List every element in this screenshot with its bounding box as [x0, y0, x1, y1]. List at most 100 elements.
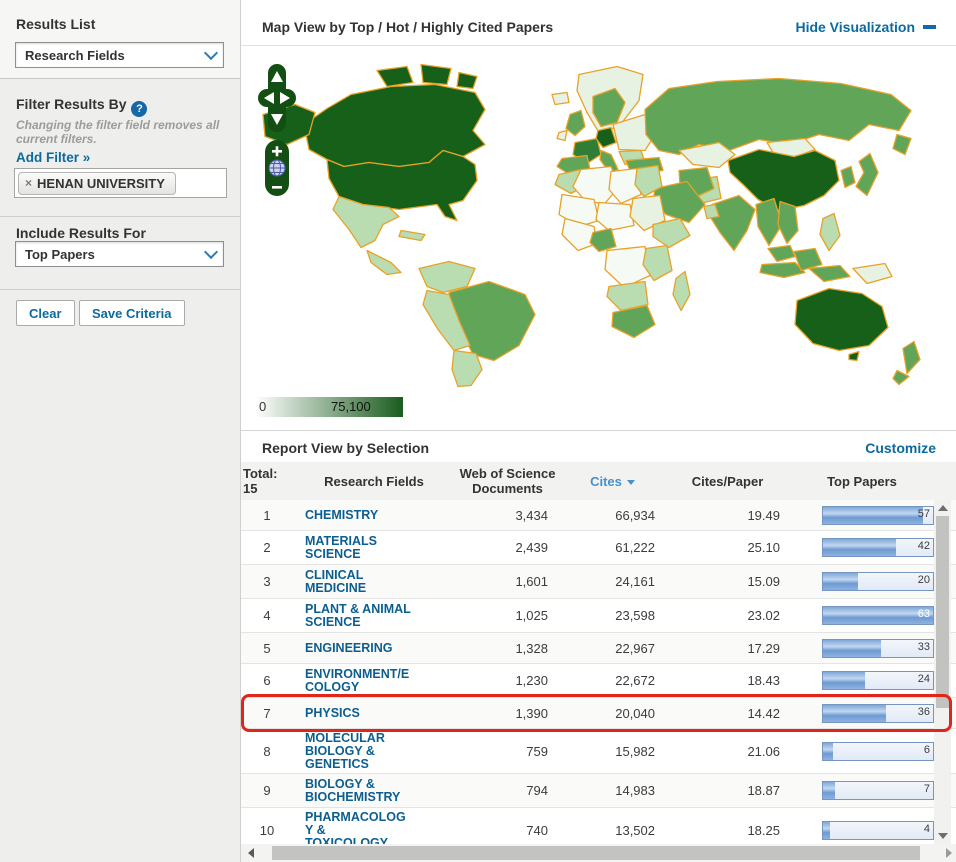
research-field-link[interactable]: ENVIRONMENT/ECOLOGY: [293, 668, 455, 694]
vertical-scrollbar-thumb[interactable]: [936, 516, 949, 708]
column-header-cites[interactable]: Cites: [560, 474, 665, 489]
top-papers-bar-fill: [823, 743, 833, 760]
divider: [241, 430, 956, 431]
include-results-dropdown[interactable]: Top Papers: [15, 241, 224, 267]
docs-value: 1,601: [455, 574, 560, 589]
top-papers-value: 42: [918, 540, 930, 552]
column-header-top-papers[interactable]: Top Papers: [790, 474, 934, 489]
top-papers-cell: 36: [790, 704, 934, 723]
table-row: 9BIOLOGY &BIOCHEMISTRY79414,98318.877: [241, 774, 956, 808]
top-papers-value: 57: [918, 508, 930, 520]
top-papers-bar-fill: [823, 640, 881, 657]
docs-value: 1,230: [455, 673, 560, 688]
divider: [241, 45, 956, 46]
top-papers-cell: 63: [790, 606, 934, 625]
cites-value: 66,934: [560, 508, 665, 523]
zoom-control-icon[interactable]: [265, 140, 289, 196]
docs-value: 1,328: [455, 641, 560, 656]
main-panel: Map View by Top / Hot / Highly Cited Pap…: [241, 0, 956, 862]
add-filter-link[interactable]: Add Filter »: [16, 150, 90, 165]
cites-per-paper-value: 18.25: [665, 823, 790, 838]
total-count: Total:15: [241, 466, 293, 496]
row-rank: 1: [241, 508, 293, 523]
column-header-research-fields[interactable]: Research Fields: [293, 474, 455, 489]
help-icon[interactable]: ?: [131, 101, 147, 117]
docs-value: 740: [455, 823, 560, 838]
column-header-cites-per-paper[interactable]: Cites/Paper: [665, 474, 790, 489]
map-view-title: Map View by Top / Hot / Highly Cited Pap…: [262, 19, 553, 35]
include-results-dropdown-value: Top Papers: [25, 247, 95, 262]
scroll-up-icon[interactable]: [938, 505, 948, 511]
table-row: 2MATERIALSSCIENCE2,43961,22225.1042: [241, 531, 956, 565]
docs-value: 1,390: [455, 706, 560, 721]
save-criteria-button[interactable]: Save Criteria: [79, 300, 185, 326]
top-papers-value: 4: [924, 823, 930, 835]
top-papers-value: 7: [924, 783, 930, 795]
include-results-heading: Include Results For: [16, 225, 146, 241]
top-papers-bar: 36: [822, 704, 934, 723]
top-papers-bar: 7: [822, 781, 934, 800]
row-rank: 5: [241, 641, 293, 656]
top-papers-cell: 7: [790, 781, 934, 800]
collapse-minus-icon[interactable]: [923, 25, 936, 29]
table-row: 1CHEMISTRY3,43466,93419.49 57: [241, 500, 956, 531]
horizontal-scrollbar[interactable]: [241, 844, 956, 862]
sidebar-divider: [0, 216, 240, 217]
scroll-right-icon[interactable]: [946, 848, 952, 858]
filter-tags-box: × HENAN UNIVERSITY: [14, 168, 227, 198]
scroll-left-icon[interactable]: [248, 848, 254, 858]
top-papers-cell: 6: [790, 742, 934, 761]
results-list-dropdown[interactable]: Research Fields: [15, 42, 224, 68]
cites-per-paper-value: 18.43: [665, 673, 790, 688]
docs-value: 1,025: [455, 608, 560, 623]
research-field-link[interactable]: PHARMACOLOGY &TOXICOLOGY: [293, 811, 455, 845]
vertical-scrollbar[interactable]: [934, 500, 951, 844]
cites-per-paper-value: 25.10: [665, 540, 790, 555]
pan-control-icon[interactable]: [258, 64, 296, 132]
row-rank: 9: [241, 783, 293, 798]
column-header-wos-documents[interactable]: Web of ScienceDocuments: [455, 466, 560, 496]
top-papers-value: 63: [918, 608, 930, 620]
report-view-title: Report View by Selection: [262, 440, 429, 456]
globe-icon: [269, 160, 285, 176]
filter-note: Changing the filter field removes all cu…: [16, 118, 222, 146]
research-field-link[interactable]: PHYSICS: [293, 707, 455, 720]
results-list-section: Results List Research Fields: [0, 0, 240, 79]
research-field-link[interactable]: PLANT & ANIMALSCIENCE: [293, 603, 455, 629]
research-field-link[interactable]: BIOLOGY &BIOCHEMISTRY: [293, 778, 455, 804]
top-papers-bar: 42: [822, 538, 934, 557]
filter-tag[interactable]: × HENAN UNIVERSITY: [18, 172, 176, 195]
research-field-link[interactable]: CHEMISTRY: [293, 509, 455, 522]
cites-per-paper-value: 15.09: [665, 574, 790, 589]
research-field-link[interactable]: MATERIALSSCIENCE: [293, 535, 455, 561]
chevron-down-icon: [204, 244, 218, 258]
cites-value: 23,598: [560, 608, 665, 623]
cites-value: 13,502: [560, 823, 665, 838]
top-papers-bar-fill: [823, 672, 865, 689]
research-field-link[interactable]: MOLECULARBIOLOGY &GENETICS: [293, 732, 455, 771]
cites-value: 22,967: [560, 641, 665, 656]
customize-link[interactable]: Customize: [865, 440, 936, 456]
row-rank: 6: [241, 673, 293, 688]
cites-value: 14,983: [560, 783, 665, 798]
clear-button[interactable]: Clear: [16, 300, 75, 326]
hide-visualization-link[interactable]: Hide Visualization: [795, 19, 915, 35]
cites-per-paper-value: 14.42: [665, 706, 790, 721]
world-map[interactable]: [249, 52, 949, 392]
zoom-out-icon: [272, 186, 282, 189]
research-field-link[interactable]: ENGINEERING: [293, 642, 455, 655]
top-papers-bar: 33: [822, 639, 934, 658]
remove-filter-icon[interactable]: ×: [25, 177, 32, 189]
docs-value: 3,434: [455, 508, 560, 523]
top-papers-cell: 57: [790, 506, 934, 525]
cites-per-paper-value: 18.87: [665, 783, 790, 798]
horizontal-scrollbar-thumb[interactable]: [272, 846, 920, 860]
top-papers-cell: 33: [790, 639, 934, 658]
table-row: 6ENVIRONMENT/ECOLOGY1,23022,67218.4324: [241, 664, 956, 698]
cites-per-paper-value: 19.49: [665, 508, 790, 523]
cites-value: 20,040: [560, 706, 665, 721]
table-row: 10PHARMACOLOGY &TOXICOLOGY74013,50218.25…: [241, 808, 956, 844]
top-papers-value: 24: [918, 673, 930, 685]
research-field-link[interactable]: CLINICALMEDICINE: [293, 569, 455, 595]
scroll-down-icon[interactable]: [938, 833, 948, 839]
